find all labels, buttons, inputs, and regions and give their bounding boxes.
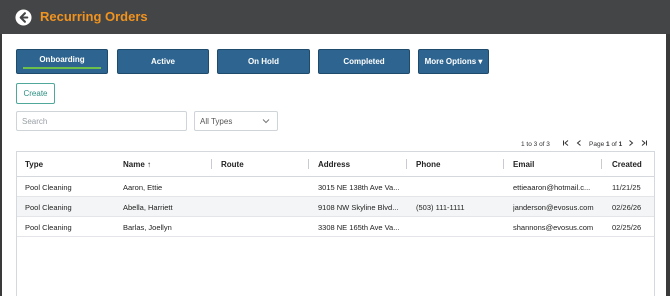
column-resizer[interactable] bbox=[406, 159, 407, 169]
cell-email: janderson@evosus.com bbox=[513, 203, 594, 212]
previous-page-icon[interactable] bbox=[575, 139, 583, 147]
column-header-name[interactable]: Name ↑ bbox=[123, 160, 151, 169]
chevron-down-icon bbox=[262, 119, 270, 124]
more-options-dropdown[interactable]: More Options ▾ bbox=[418, 49, 489, 74]
tab-label: Active bbox=[150, 57, 175, 66]
page-indicator: Page 1 of 1 bbox=[589, 139, 622, 149]
column-resizer[interactable] bbox=[503, 159, 504, 169]
page-label: Page bbox=[589, 140, 605, 148]
cell-email: ettieaaron@hotmail.c... bbox=[513, 183, 591, 192]
cell-type: Pool Cleaning bbox=[25, 223, 72, 232]
column-header-email[interactable]: Email bbox=[513, 160, 534, 169]
orders-table: Type Name ↑ Route Address Phone Email Cr… bbox=[16, 151, 655, 296]
page-title: Recurring Orders bbox=[40, 9, 148, 24]
cell-address: 9108 NW Skyline Blvd... bbox=[318, 203, 399, 212]
table-row[interactable]: Pool Cleaning Abella, Harriett 9108 NW S… bbox=[17, 197, 654, 217]
tab-label: On Hold bbox=[247, 57, 280, 66]
cell-address: 3015 NE 138th Ave Va... bbox=[318, 183, 400, 192]
last-page-icon[interactable] bbox=[640, 139, 648, 147]
column-header-created[interactable]: Created bbox=[612, 160, 642, 169]
cell-type: Pool Cleaning bbox=[25, 203, 72, 212]
cell-name: Abella, Harriett bbox=[123, 203, 173, 212]
column-resizer[interactable] bbox=[601, 159, 602, 169]
search-input[interactable] bbox=[16, 111, 187, 131]
tab-active[interactable]: Active bbox=[117, 49, 209, 74]
create-button[interactable]: Create bbox=[16, 83, 55, 104]
tab-onboarding[interactable]: Onboarding bbox=[16, 49, 108, 74]
active-tab-indicator bbox=[23, 67, 101, 69]
type-filter-value: All Types bbox=[200, 116, 233, 126]
tab-completed[interactable]: Completed bbox=[318, 49, 410, 74]
page-of: of bbox=[611, 140, 617, 148]
column-resizer[interactable] bbox=[211, 159, 212, 169]
cell-created: 02/25/26 bbox=[612, 223, 642, 232]
page-current: 1 bbox=[606, 140, 610, 148]
column-resizer[interactable] bbox=[308, 159, 309, 169]
cell-address: 3308 NE 165th Ave Va... bbox=[318, 223, 400, 232]
column-header-route[interactable]: Route bbox=[221, 160, 244, 169]
back-arrow-icon[interactable] bbox=[15, 9, 32, 26]
app-header: Recurring Orders bbox=[0, 0, 670, 34]
cell-name: Aaron, Ettie bbox=[123, 183, 163, 192]
cell-phone: (503) 111-1111 bbox=[416, 203, 465, 212]
first-page-icon[interactable] bbox=[562, 139, 570, 147]
next-page-icon[interactable] bbox=[627, 139, 635, 147]
tab-on-hold[interactable]: On Hold bbox=[217, 49, 310, 74]
cell-type: Pool Cleaning bbox=[25, 183, 72, 192]
tab-label: More Options ▾ bbox=[424, 57, 483, 66]
tab-label: Onboarding bbox=[39, 55, 85, 64]
cell-created: 11/21/25 bbox=[612, 183, 641, 192]
table-row[interactable]: Pool Cleaning Aaron, Ettie 3015 NE 138th… bbox=[17, 177, 654, 197]
cell-created: 02/26/26 bbox=[612, 203, 642, 212]
pager-range: 1 to 3 of 3 bbox=[521, 140, 550, 148]
tab-label: Completed bbox=[343, 57, 385, 66]
column-header-type[interactable]: Type bbox=[25, 160, 43, 169]
table-header: Type Name ↑ Route Address Phone Email Cr… bbox=[17, 152, 654, 177]
cell-email: shannons@evosus.com bbox=[513, 223, 594, 232]
cell-name: Barlas, Joellyn bbox=[123, 223, 172, 232]
column-header-address[interactable]: Address bbox=[318, 160, 350, 169]
scrollbar-track[interactable] bbox=[666, 34, 670, 296]
table-row[interactable]: Pool Cleaning Barlas, Joellyn 3308 NE 16… bbox=[17, 217, 654, 237]
column-header-phone[interactable]: Phone bbox=[416, 160, 440, 169]
type-filter-select[interactable]: All Types bbox=[194, 111, 278, 131]
page-total: 1 bbox=[618, 140, 623, 148]
